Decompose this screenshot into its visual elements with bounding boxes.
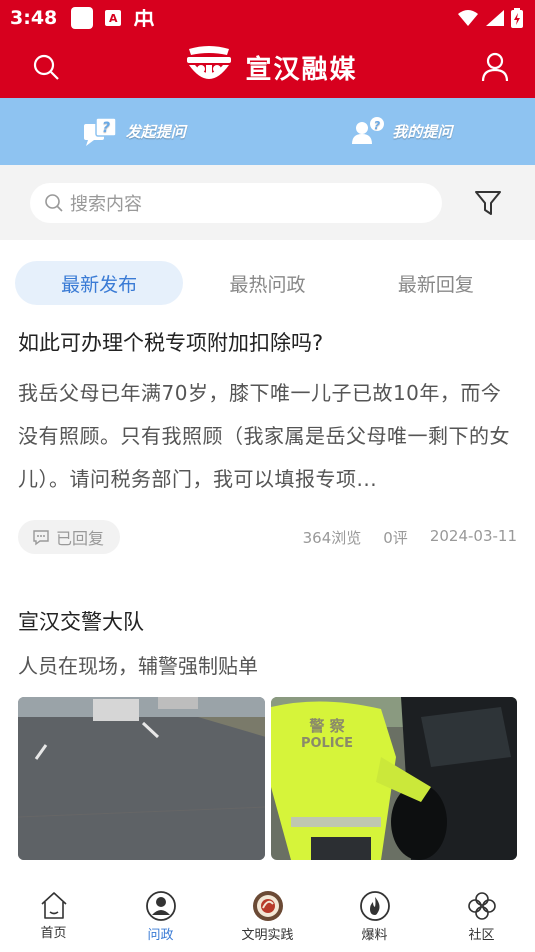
app-header: 宣汉融媒 xyxy=(0,36,535,98)
status-badge: 已回复 xyxy=(18,520,121,554)
tab-bar: 最新发布 最热问政 最新回复 xyxy=(0,240,535,326)
square-icon xyxy=(71,7,94,29)
search-icon xyxy=(33,54,59,80)
nav-community[interactable]: 社区 xyxy=(428,880,535,952)
profile-button[interactable] xyxy=(479,51,511,83)
ask-question-button[interactable]: ? 发起提问 xyxy=(0,116,268,148)
post-subtitle: 人员在现场，辅警强制贴单 xyxy=(18,654,258,678)
a-icon: A xyxy=(105,10,122,26)
user-circle-icon xyxy=(145,891,176,921)
road-photo[interactable] xyxy=(18,697,265,860)
police-text-cn: 警 察 xyxy=(308,717,345,735)
post-body: 我岳父母已年满70岁，膝下唯一儿子已故10年，而今没有照顾。只有我照顾（我家属是… xyxy=(18,381,510,491)
status-time: 3:48 xyxy=(10,7,58,29)
nav-label: 问政 xyxy=(147,928,174,943)
flame-icon xyxy=(359,891,390,921)
post-date: 2024-03-11 xyxy=(429,526,517,545)
search-button[interactable] xyxy=(30,51,62,83)
nav-label: 首页 xyxy=(40,926,67,941)
tab-hottest[interactable]: 最热问政 xyxy=(183,261,351,305)
status-bar: 3:48 A xyxy=(0,0,535,36)
nav-label: 社区 xyxy=(468,928,495,943)
svg-text:?: ? xyxy=(102,120,110,136)
emblem-icon xyxy=(252,891,283,921)
police-text-en: POLICE xyxy=(300,736,352,751)
user-question-icon: ? xyxy=(352,116,385,144)
nav-civilization[interactable]: 文明实践 xyxy=(214,880,321,952)
search-placeholder: 搜索内容 xyxy=(70,193,142,215)
comment-count: 0评 xyxy=(383,528,408,547)
post-photos: 警 察 POLICE xyxy=(18,697,517,860)
nav-wenzheng[interactable]: 问政 xyxy=(107,880,214,952)
home-icon xyxy=(40,892,67,919)
nav-label: 文明实践 xyxy=(241,928,294,943)
wifi-icon xyxy=(458,10,478,26)
tab-latest-reply[interactable]: 最新回复 xyxy=(352,261,520,305)
ask-bar: ? 发起提问 ? 我的提问 xyxy=(0,98,535,165)
post-meta: 已回复 364浏览 0评 2024-03-11 xyxy=(18,519,517,555)
filter-icon xyxy=(475,190,501,215)
search-input[interactable]: 搜索内容 xyxy=(30,182,442,223)
user-icon xyxy=(481,52,509,82)
post-item[interactable]: 宣汉交警大队 人员在现场，辅警强制贴单 警 察 POLICE xyxy=(0,607,535,860)
my-questions-label: 我的提问 xyxy=(392,123,453,141)
nav-report[interactable]: 爆料 xyxy=(321,880,428,952)
question-bubble-icon: ? xyxy=(83,116,117,146)
post-title: 宣汉交警大队 xyxy=(18,610,144,634)
logo-icon xyxy=(187,46,232,79)
bottom-nav: 首页 问政 文明实践 爆料 社区 xyxy=(0,880,535,952)
brand: 宣汉融媒 xyxy=(183,45,357,89)
app-title: 宣汉融媒 xyxy=(245,54,358,85)
status-right xyxy=(457,8,523,28)
chat-icon xyxy=(33,530,49,546)
search-area: 搜索内容 xyxy=(0,165,535,240)
clover-icon xyxy=(467,892,496,920)
nav-home[interactable]: 首页 xyxy=(0,880,107,952)
search-icon xyxy=(45,193,63,212)
signal-icon xyxy=(486,10,504,26)
top-bar: 3:48 A 宣汉融媒 xyxy=(0,0,535,98)
svg-text:?: ? xyxy=(374,119,381,132)
meta-right: 364浏览 0评 2024-03-11 xyxy=(303,527,517,548)
filter-button[interactable] xyxy=(471,186,505,220)
ask-question-label: 发起提问 xyxy=(125,123,186,141)
post-title: 如此可办理个税专项附加扣除吗? xyxy=(18,331,324,355)
police-photo[interactable]: 警 察 POLICE xyxy=(270,697,517,860)
app-icon xyxy=(133,7,155,29)
battery-icon xyxy=(511,8,523,28)
tab-latest[interactable]: 最新发布 xyxy=(15,261,184,305)
my-questions-button[interactable]: ? 我的提问 xyxy=(268,116,535,148)
post-item[interactable]: 如此可办理个税专项附加扣除吗? 我岳父母已年满70岁，膝下唯一儿子已故10年，而… xyxy=(0,328,535,555)
view-count: 364浏览 xyxy=(302,528,362,547)
status-label: 已回复 xyxy=(56,529,105,548)
nav-label: 爆料 xyxy=(361,928,388,943)
